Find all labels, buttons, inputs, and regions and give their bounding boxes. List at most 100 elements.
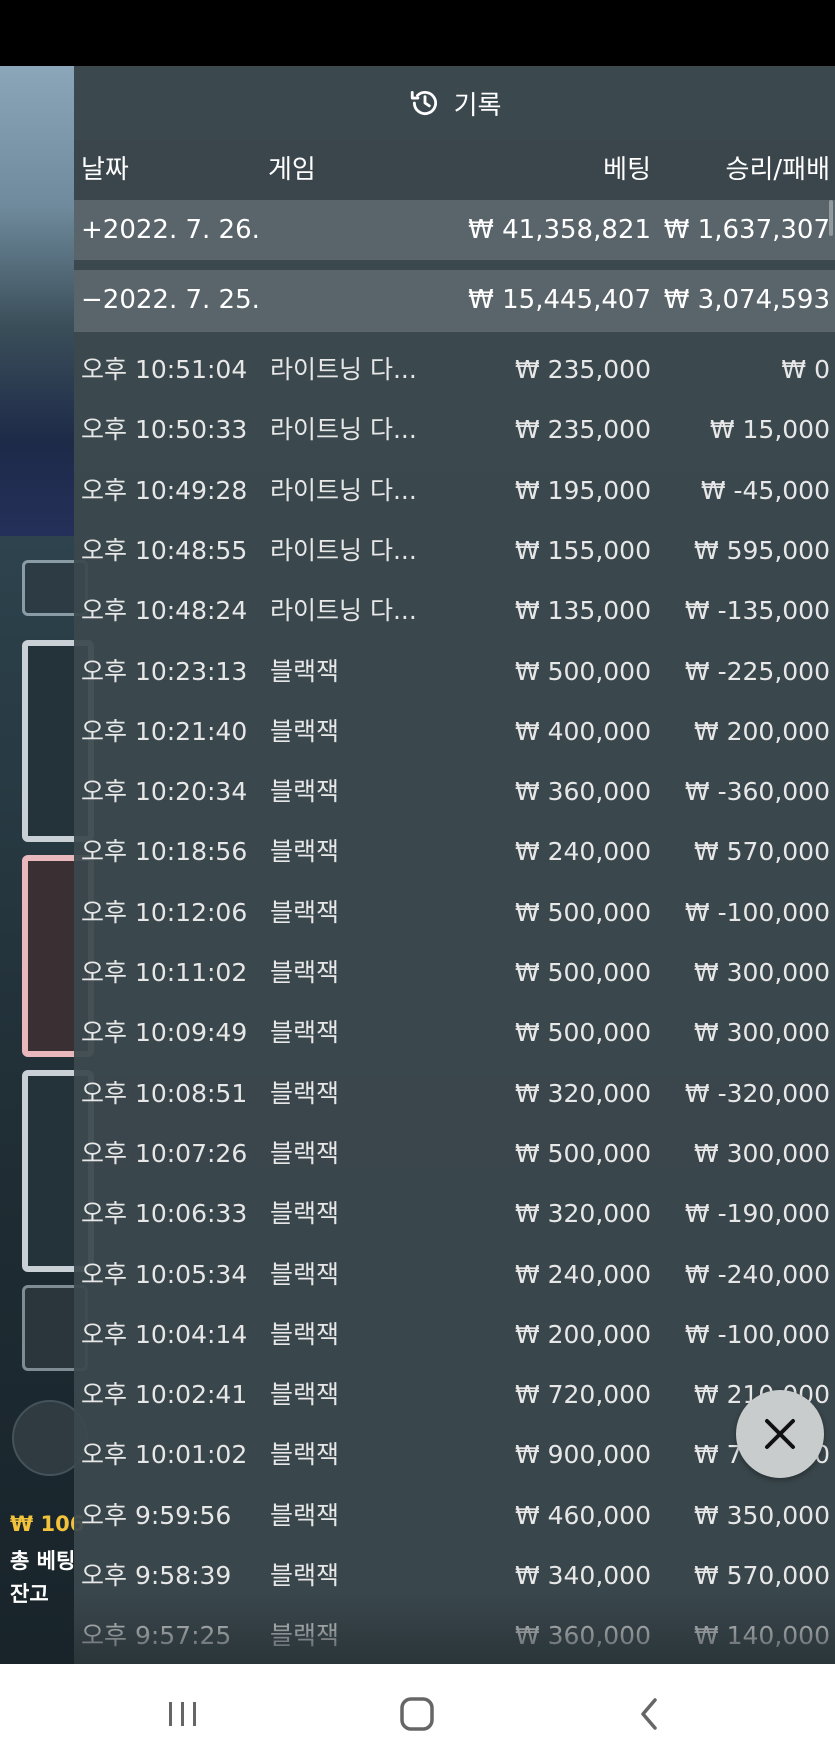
- row-time: 오후 10:48:55: [81, 535, 248, 565]
- history-row[interactable]: 오후 10:21:40 블랙잭 ₩ 400,000 ₩ 200,000: [74, 702, 835, 762]
- row-time: 오후 10:21:40: [81, 716, 248, 746]
- history-row[interactable]: 오후 10:06:33 블랙잭 ₩ 320,000 ₩ -190,000: [74, 1184, 835, 1244]
- row-bet: ₩ 900,000: [514, 1440, 651, 1470]
- close-icon: [765, 1419, 795, 1449]
- row-result: ₩ -190,000: [684, 1199, 830, 1229]
- column-header-result: 승리/패배: [725, 155, 830, 185]
- back-icon: [641, 1698, 657, 1730]
- recents-button[interactable]: [153, 1689, 213, 1739]
- row-time: 오후 9:58:39: [81, 1561, 232, 1590]
- row-bet: ₩ 360,000: [514, 777, 651, 807]
- row-bet: ₩ 500,000: [514, 1138, 651, 1168]
- row-game: 라이트닝 다...: [270, 535, 417, 565]
- row-time: 오후 10:51:04: [81, 355, 248, 384]
- history-row[interactable]: 오후 10:49:28 라이트닝 다... ₩ 195,000 ₩ -45,000: [74, 461, 835, 521]
- panel-header: 기록: [74, 66, 835, 140]
- row-time: 오후 10:20:34: [81, 777, 248, 807]
- row-bet: ₩ 500,000: [514, 897, 651, 927]
- row-bet: ₩ 195,000: [514, 475, 651, 505]
- column-header-bet: 베팅: [603, 155, 651, 185]
- history-row[interactable]: 오후 10:02:41블랙잭₩ 720,000₩ 210,000: [74, 1365, 835, 1425]
- row-time: 오후 10:48:24: [81, 596, 248, 626]
- row-game: 블랙잭: [270, 837, 340, 867]
- panel-title: 기록: [453, 90, 502, 121]
- row-result: ₩ -100,000: [684, 1319, 830, 1349]
- row-game: 블랙잭: [270, 716, 340, 746]
- row-bet: ₩ 500,000: [514, 656, 651, 686]
- row-time: 오후 10:18:56: [81, 837, 248, 867]
- row-game: 블랙잭: [270, 1440, 340, 1470]
- history-icon: [410, 90, 437, 116]
- history-row[interactable]: 오후 10:07:26 블랙잭 ₩ 500,000 ₩ 300,000: [74, 1124, 835, 1184]
- history-row[interactable]: 오후 10:50:33 라이트닝 다... ₩ 235,000 ₩ 15,000: [74, 400, 835, 460]
- system-navigation-bar: [0, 1664, 835, 1763]
- history-row[interactable]: 오후 10:23:13 블랙잭 ₩ 500,000 ₩ -225,000: [74, 642, 835, 702]
- day-date: +2022. 7. 26.: [81, 215, 260, 245]
- row-bet: ₩ 500,000: [514, 1018, 651, 1048]
- history-panel: 기록 날짜 게임 베팅 승리/패배 +2022. 7. 26. ₩ 41,358…: [74, 66, 835, 1664]
- history-row[interactable]: 오후 9:57:25 블랙잭 ₩ 360,000 ₩ 140,000: [74, 1606, 835, 1664]
- close-button[interactable]: [736, 1390, 824, 1478]
- scrollbar[interactable]: [829, 200, 833, 236]
- row-result: ₩ 570,000: [693, 1561, 830, 1590]
- row-game: 라이트닝 다...: [270, 475, 417, 505]
- history-row[interactable]: 오후 9:59:56 블랙잭 ₩ 460,000 ₩ 350,000: [74, 1486, 835, 1546]
- row-result: ₩ 15,000: [709, 415, 830, 445]
- day-result-total: ₩ 1,637,307: [663, 215, 830, 245]
- row-bet: ₩ 235,000: [514, 415, 651, 445]
- row-time: 오후 10:23:13: [81, 656, 248, 686]
- row-game: 블랙잭: [270, 1380, 340, 1410]
- row-result: ₩ 200,000: [693, 716, 830, 746]
- row-result: ₩ 350,000: [693, 1500, 830, 1530]
- history-row[interactable]: 오후 10:11:02 블랙잭 ₩ 500,000 ₩ 300,000: [74, 943, 835, 1003]
- history-row[interactable]: 오후 10:18:56 블랙잭 ₩ 240,000 ₩ 570,000: [74, 822, 835, 882]
- history-row[interactable]: 오후 10:51:04 라이트닝 다... ₩ 235,000 ₩ 0: [74, 340, 835, 400]
- row-result: ₩ 570,000: [693, 837, 830, 867]
- history-row[interactable]: 오후 10:08:51 블랙잭 ₩ 320,000 ₩ -320,000: [74, 1064, 835, 1124]
- row-bet: ₩ 320,000: [514, 1078, 651, 1108]
- row-game: 블랙잭: [270, 1500, 340, 1530]
- row-result: ₩ -360,000: [684, 777, 830, 807]
- row-result: ₩ 595,000: [693, 535, 830, 565]
- history-row[interactable]: 오후 10:09:49 블랙잭 ₩ 500,000 ₩ 300,000: [74, 1003, 835, 1063]
- row-result: ₩ 300,000: [693, 958, 830, 987]
- row-time: 오후 10:49:28: [81, 475, 248, 505]
- day-summary-row[interactable]: −2022. 7. 25. ₩ 15,445,407 ₩ 3,074,593: [74, 270, 835, 332]
- history-row[interactable]: 오후 10:48:55 라이트닝 다... ₩ 155,000 ₩ 595,000: [74, 521, 835, 581]
- status-bar: [0, 0, 835, 66]
- column-header-row: 날짜 게임 베팅 승리/패배: [74, 140, 835, 200]
- row-time: 오후 9:57:25: [81, 1621, 232, 1651]
- history-row[interactable]: 오후 9:58:39 블랙잭 ₩ 340,000 ₩ 570,000: [74, 1546, 835, 1606]
- back-button[interactable]: [620, 1689, 680, 1739]
- day-result-total: ₩ 3,074,593: [663, 285, 830, 315]
- row-bet: ₩ 500,000: [514, 958, 651, 987]
- recents-icon: [169, 1702, 196, 1726]
- row-game: 블랙잭: [270, 1621, 340, 1651]
- home-button[interactable]: [387, 1689, 447, 1739]
- row-game: 라이트닝 다...: [270, 415, 417, 445]
- row-game: 블랙잭: [270, 1319, 340, 1349]
- history-row[interactable]: 오후 10:01:02블랙잭₩ 900,000₩ 700,000: [74, 1425, 835, 1485]
- row-result: ₩ -45,000: [700, 475, 830, 505]
- row-result: ₩ -240,000: [684, 1259, 830, 1289]
- row-bet: ₩ 460,000: [514, 1500, 651, 1530]
- row-bet: ₩ 360,000: [514, 1621, 651, 1651]
- history-row[interactable]: 오후 10:05:34 블랙잭 ₩ 240,000 ₩ -240,000: [74, 1245, 835, 1305]
- home-icon: [400, 1697, 434, 1731]
- day-summary-row[interactable]: +2022. 7. 26. ₩ 41,358,821 ₩ 1,637,307: [74, 200, 835, 260]
- row-game: 블랙잭: [270, 656, 340, 686]
- row-game: 블랙잭: [270, 777, 340, 807]
- row-time: 오후 10:04:14: [81, 1319, 248, 1349]
- history-row[interactable]: 오후 10:48:24 라이트닝 다... ₩ 135,000 ₩ -135,000: [74, 581, 835, 641]
- day-bet-total: ₩ 15,445,407: [468, 285, 651, 315]
- row-game: 라이트닝 다...: [270, 355, 417, 384]
- history-row[interactable]: 오후 10:12:06 블랙잭 ₩ 500,000 ₩ -100,000: [74, 883, 835, 943]
- row-game: 블랙잭: [270, 1018, 340, 1048]
- row-bet: ₩ 240,000: [514, 837, 651, 867]
- history-row[interactable]: 오후 10:20:34 블랙잭 ₩ 360,000 ₩ -360,000: [74, 762, 835, 822]
- history-row[interactable]: 오후 10:04:14 블랙잭 ₩ 200,000 ₩ -100,000: [74, 1305, 835, 1365]
- row-time: 오후 10:06:33: [81, 1199, 248, 1229]
- background-scene: [0, 66, 74, 536]
- row-result: ₩ -320,000: [684, 1078, 830, 1108]
- row-time: 오후 10:50:33: [81, 415, 248, 445]
